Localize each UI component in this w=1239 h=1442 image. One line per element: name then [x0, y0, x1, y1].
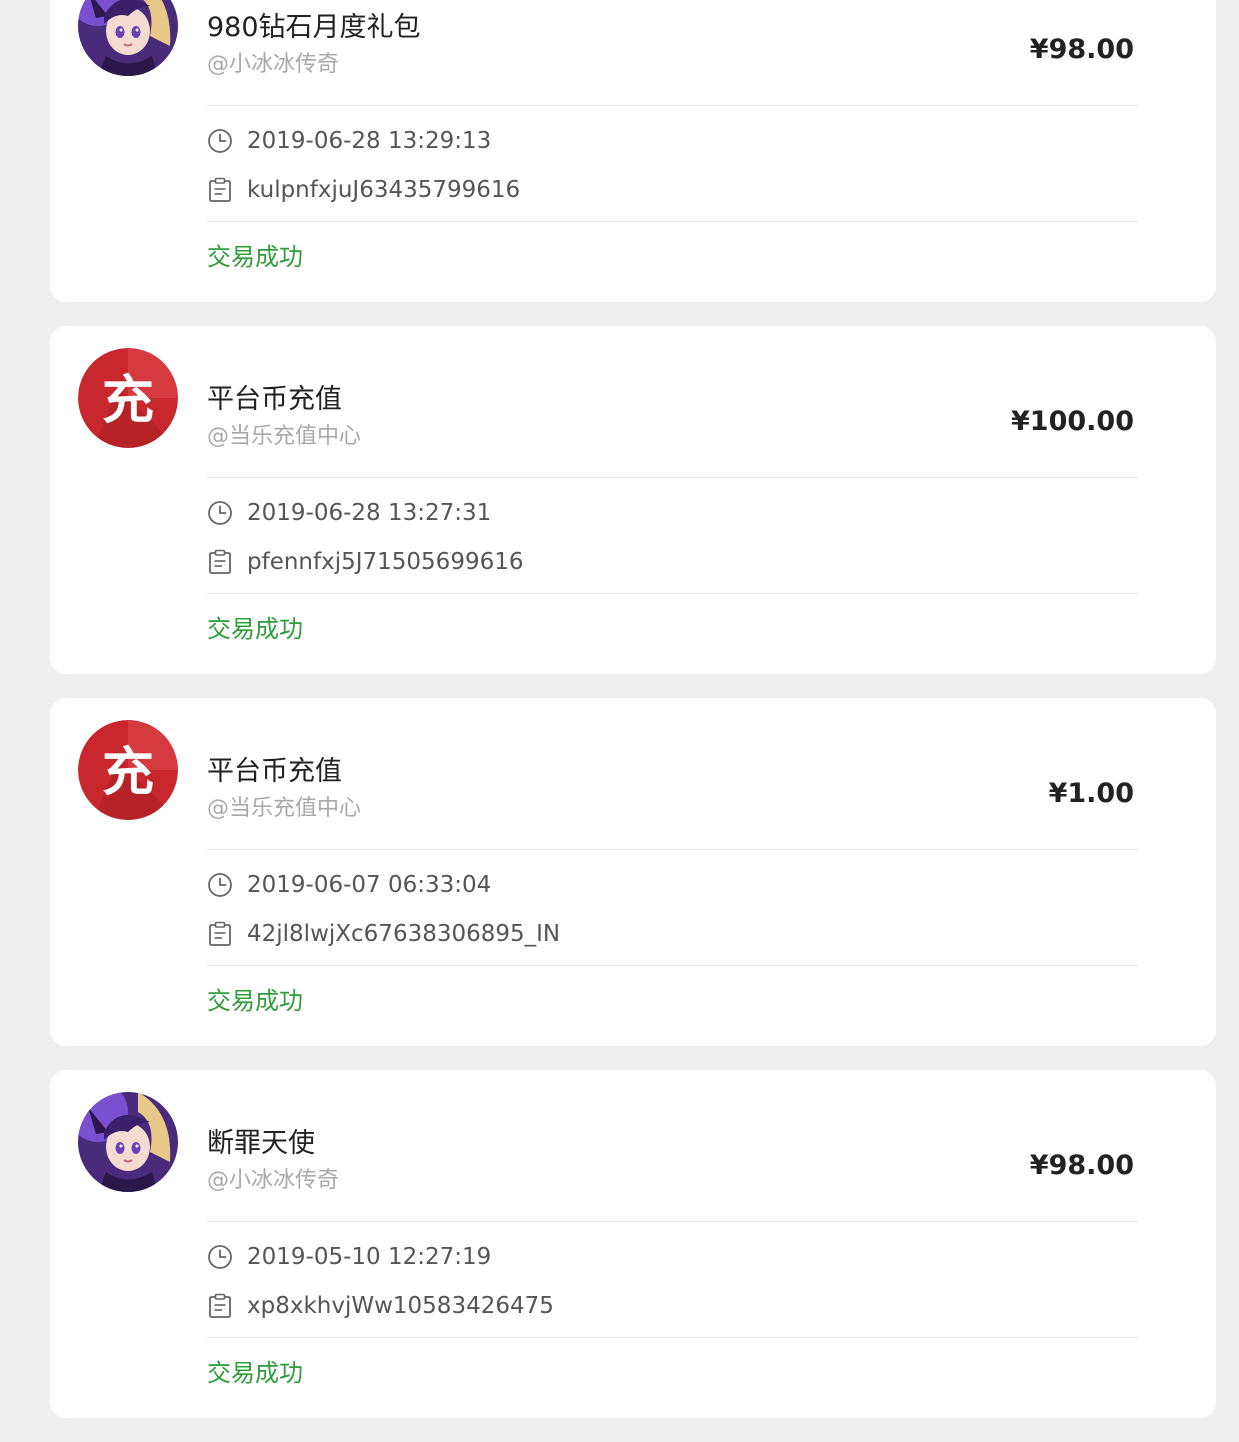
clipboard-icon	[209, 549, 231, 574]
item-title: 平台币充值	[207, 756, 342, 787]
divider	[207, 221, 1138, 222]
clock-icon	[208, 129, 232, 153]
transaction-time: 2019-05-10 12:27:19	[247, 1244, 492, 1270]
clock-icon	[208, 873, 232, 897]
transaction-card[interactable]: 980钻石月度礼包 @小冰冰传奇 ¥98.00 2019-06-28 13:29…	[50, 0, 1216, 302]
order-row: kulpnfxjuJ63435799616	[207, 175, 520, 205]
time-row: 2019-06-28 13:29:13	[207, 126, 491, 156]
transaction-card[interactable]: 充 平台币充值 @当乐充值中心 ¥1.00 2019-06-07 06:33:0…	[50, 698, 1216, 1046]
time-row: 2019-06-07 06:33:04	[207, 870, 491, 900]
divider	[207, 593, 1138, 594]
clock-icon	[208, 1245, 232, 1269]
transaction-card[interactable]: 断罪天使 @小冰冰传奇 ¥98.00 2019-05-10 12:27:19 x…	[50, 1070, 1216, 1418]
amount: ¥100.00	[1011, 406, 1134, 437]
order-id: pfennfxj5J71505699616	[247, 549, 524, 575]
clipboard-icon	[209, 921, 231, 946]
item-title: 980钻石月度礼包	[207, 12, 421, 43]
order-row: pfennfxj5J71505699616	[207, 547, 523, 577]
transaction-card[interactable]: 充 平台币充值 @当乐充值中心 ¥100.00 2019-06-28 13:27…	[50, 326, 1216, 674]
status-text: 交易成功	[207, 987, 303, 1015]
time-row: 2019-05-10 12:27:19	[207, 1242, 491, 1272]
amount: ¥1.00	[1048, 778, 1134, 809]
divider	[207, 105, 1138, 106]
divider	[207, 1221, 1138, 1222]
game-character-avatar	[78, 0, 178, 76]
divider	[207, 849, 1138, 850]
order-id: xp8xkhvjWw10583426475	[247, 1293, 554, 1319]
status-text: 交易成功	[207, 615, 303, 643]
item-title: 平台币充值	[207, 384, 342, 415]
merchant-name: @当乐充值中心	[207, 424, 362, 449]
transaction-time: 2019-06-28 13:29:13	[247, 128, 492, 154]
game-character-avatar	[78, 1092, 178, 1192]
recharge-avatar: 充	[78, 720, 178, 820]
divider	[207, 477, 1138, 478]
merchant-name: @小冰冰传奇	[207, 52, 340, 77]
order-id: 42jl8lwjXc67638306895_IN	[247, 921, 561, 947]
recharge-avatar-text: 充	[102, 371, 154, 431]
amount: ¥98.00	[1029, 1150, 1134, 1181]
status-text: 交易成功	[207, 243, 303, 271]
order-id: kulpnfxjuJ63435799616	[247, 177, 521, 203]
clock-icon	[208, 501, 232, 525]
clipboard-icon	[209, 177, 231, 202]
transaction-list: 980钻石月度礼包 @小冰冰传奇 ¥98.00 2019-06-28 13:29…	[50, 0, 1216, 1442]
recharge-avatar-text: 充	[102, 743, 154, 803]
recharge-avatar: 充	[78, 348, 178, 448]
merchant-name: @小冰冰传奇	[207, 1168, 340, 1193]
time-row: 2019-06-28 13:27:31	[207, 498, 491, 528]
status-text: 交易成功	[207, 1359, 303, 1387]
clipboard-icon	[209, 1293, 231, 1318]
item-title: 断罪天使	[207, 1128, 315, 1159]
order-row: 42jl8lwjXc67638306895_IN	[207, 919, 560, 949]
divider	[207, 965, 1138, 966]
transaction-time: 2019-06-28 13:27:31	[247, 500, 492, 526]
merchant-name: @当乐充值中心	[207, 796, 362, 821]
transaction-time: 2019-06-07 06:33:04	[247, 872, 492, 898]
divider	[207, 1337, 1138, 1338]
order-row: xp8xkhvjWw10583426475	[207, 1291, 554, 1321]
amount: ¥98.00	[1029, 34, 1134, 65]
